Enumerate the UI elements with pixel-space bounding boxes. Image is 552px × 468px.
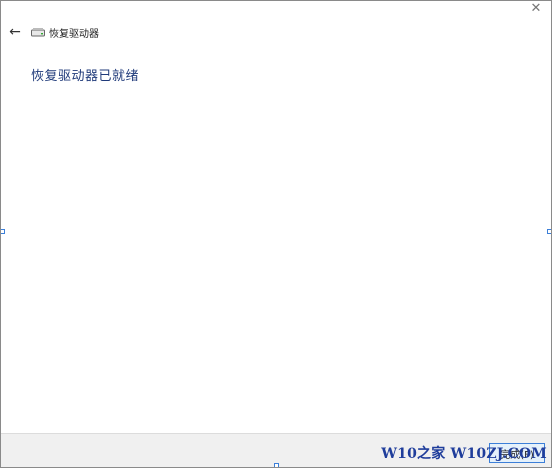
drive-icon (31, 28, 45, 37)
title-bar: ← 恢复驱动器 (5, 21, 99, 43)
recovery-drive-window: ✕ ← 恢复驱动器 恢复驱动器已就绪 完成(F) W10之家 W10ZJ.COM (0, 0, 552, 468)
resize-handle-right[interactable] (547, 229, 551, 234)
window-title: 恢复驱动器 (49, 28, 99, 40)
watermark-text: W10之家 W10ZJ.COM (381, 446, 547, 462)
close-button[interactable]: ✕ (521, 1, 551, 15)
resize-handle-left[interactable] (1, 229, 5, 234)
resize-handle-bottom[interactable] (274, 463, 279, 467)
page-heading: 恢复驱动器已就绪 (31, 69, 140, 84)
close-icon: ✕ (530, 0, 542, 16)
back-button[interactable]: ← (5, 22, 25, 42)
back-arrow-icon: ← (9, 24, 21, 40)
footer-bar: 完成(F) W10之家 W10ZJ.COM (1, 433, 551, 467)
